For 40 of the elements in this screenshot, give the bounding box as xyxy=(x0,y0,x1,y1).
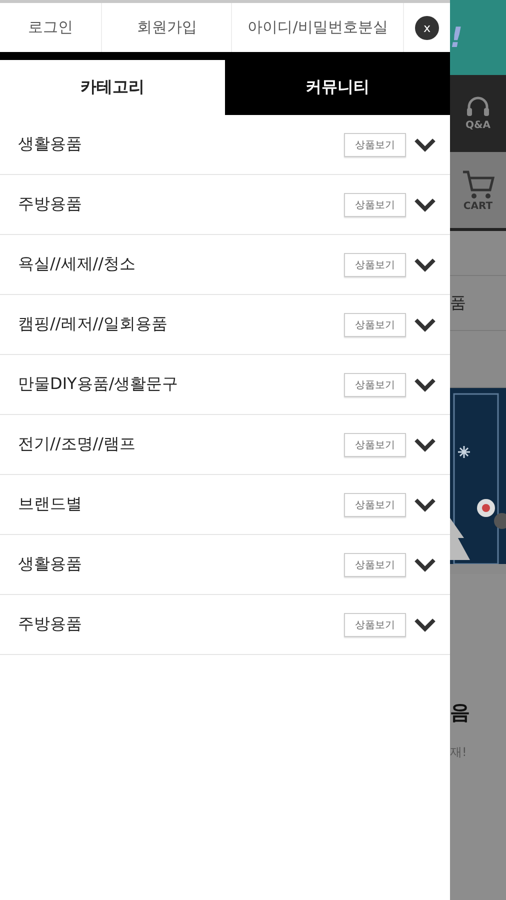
view-products-button[interactable]: 상품보기 xyxy=(344,132,406,156)
cart-label: CART xyxy=(463,200,493,212)
view-products-button[interactable]: 상품보기 xyxy=(344,372,406,396)
chevron-down-icon[interactable] xyxy=(414,318,436,332)
category-name[interactable]: 브랜드별 xyxy=(18,494,344,515)
top-link[interactable]: 로그인 xyxy=(0,3,102,52)
cart-icon xyxy=(461,168,495,200)
tab[interactable]: 커뮤니티 xyxy=(225,60,450,115)
promo-title: 음 xyxy=(450,699,471,726)
qa-label: Q&A xyxy=(466,120,490,131)
close-button[interactable]: x xyxy=(415,16,440,40)
view-products-button[interactable]: 상품보기 xyxy=(344,492,406,516)
chevron-down-icon[interactable] xyxy=(414,438,436,452)
chevron-down-icon[interactable] xyxy=(414,138,436,152)
top-link[interactable]: 회원가입 xyxy=(102,3,232,52)
view-products-button[interactable]: 상품보기 xyxy=(344,312,406,336)
category-name[interactable]: 주방용품 xyxy=(18,194,344,215)
promo-text: 재! xyxy=(450,744,468,761)
category-name[interactable]: 만물DIY용품/생활문구 xyxy=(18,374,344,395)
category-name[interactable]: 주방용품 xyxy=(18,614,344,635)
chevron-down-icon[interactable] xyxy=(414,378,436,392)
top-link[interactable]: 아이디/비밀번호분실 xyxy=(232,3,404,52)
headset-icon xyxy=(465,96,491,118)
category-name[interactable]: 캠핑//레저//일회용품 xyxy=(18,314,344,335)
banner-mark: ! xyxy=(450,21,463,54)
view-products-button[interactable]: 상품보기 xyxy=(344,252,406,276)
view-products-button[interactable]: 상품보기 xyxy=(344,192,406,216)
chevron-down-icon[interactable] xyxy=(414,198,436,212)
view-products-button[interactable]: 상품보기 xyxy=(344,432,406,456)
menu-text: 품 xyxy=(450,292,466,314)
chevron-down-icon[interactable] xyxy=(414,558,436,572)
chevron-down-icon[interactable] xyxy=(414,618,436,632)
category-name[interactable]: 생활용품 xyxy=(18,134,344,155)
chevron-down-icon[interactable] xyxy=(414,258,436,272)
chevron-down-icon[interactable] xyxy=(414,498,436,512)
category-name[interactable]: 생활용품 xyxy=(18,554,344,575)
view-products-button[interactable]: 상품보기 xyxy=(344,552,406,576)
category-name[interactable]: 전기//조명//램프 xyxy=(18,434,344,455)
category-name[interactable]: 욕실//세제//청소 xyxy=(18,254,344,275)
view-products-button[interactable]: 상품보기 xyxy=(344,612,406,636)
